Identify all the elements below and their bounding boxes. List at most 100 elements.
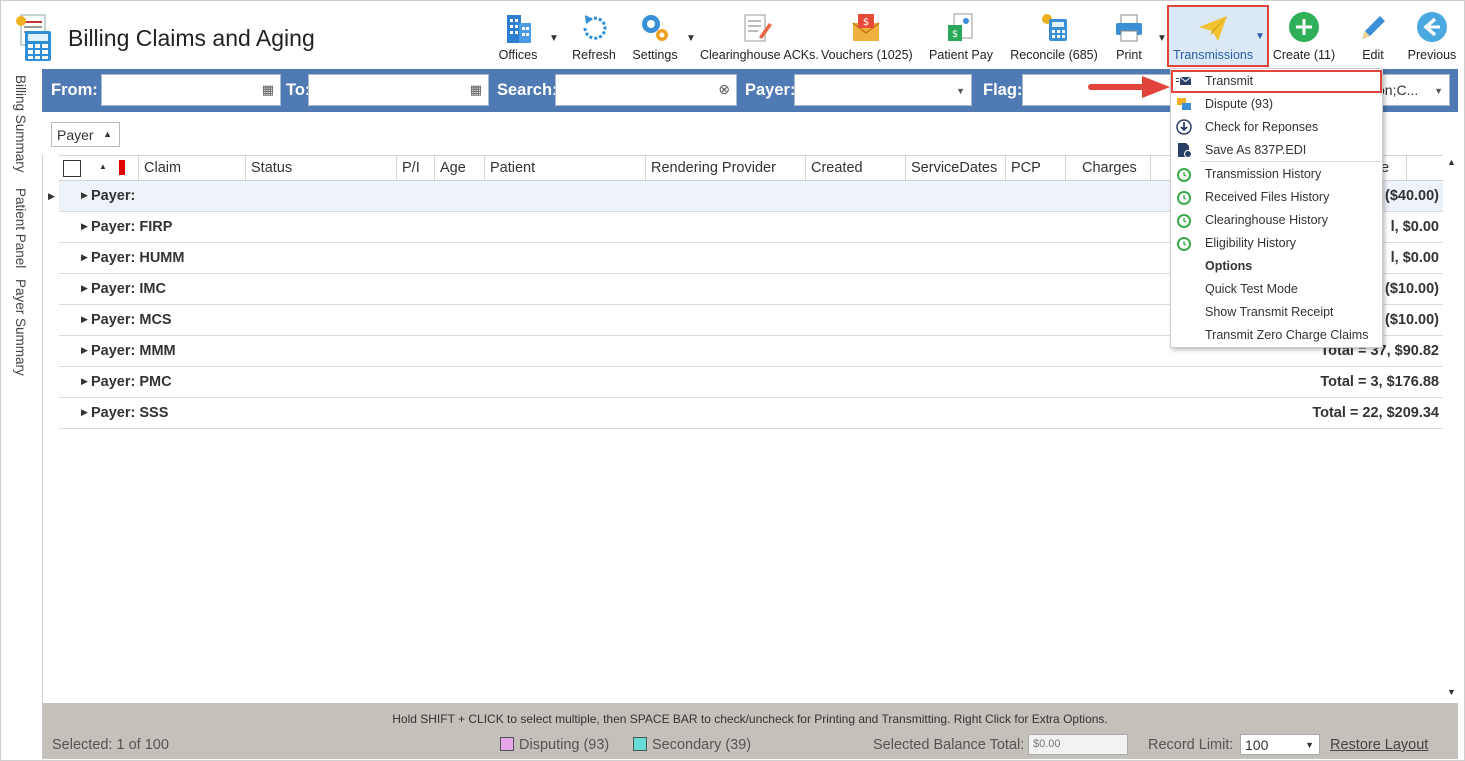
menu-item-save-837p[interactable]: Save As 837P.EDI (1171, 139, 1382, 162)
expand-icon[interactable]: ▶ (81, 376, 88, 387)
chevron-down-icon: ▼ (956, 86, 965, 96)
group-row[interactable]: ▶ Payer: SSS Total = 22, $209.34 (59, 398, 1443, 429)
create-label: Create (11) (1272, 48, 1336, 62)
vouchers-button[interactable]: $ Vouchers (1025) (821, 7, 913, 65)
menu-item-received-files-history[interactable]: Received Files History (1171, 186, 1382, 209)
menu-item-transmit-zero-charge[interactable]: Transmit Zero Charge Claims (1171, 324, 1382, 347)
expand-icon[interactable]: ▶ (81, 283, 88, 294)
print-dropdown[interactable]: ▼ (1155, 7, 1167, 65)
alarm-clock-icon (1177, 191, 1191, 205)
group-row[interactable]: ▶ Payer: PMC Total = 3, $176.88 (59, 367, 1443, 398)
patient-pay-button[interactable]: $ Patient Pay (927, 7, 995, 65)
column-service-dates[interactable]: ServiceDates (906, 156, 1006, 181)
menu-item-label: Clearinghouse History (1205, 213, 1328, 227)
sort-up-icon: ▲ (103, 129, 112, 139)
chevron-down-icon: ▼ (686, 33, 696, 44)
column-pcp[interactable]: PCP (1006, 156, 1066, 181)
group-by-payer-chip[interactable]: Payer ▲ (51, 122, 120, 147)
menu-item-eligibility-history[interactable]: Eligibility History (1171, 232, 1382, 255)
menu-item-label: Check for Reponses (1205, 120, 1319, 134)
record-limit-select[interactable]: 100 ▼ (1240, 734, 1320, 755)
edit-label: Edit (1362, 48, 1384, 62)
tab-payer-summary[interactable]: Payer Summary (13, 279, 28, 376)
settings-button[interactable]: Settings (629, 7, 681, 65)
create-button[interactable]: Create (11) (1271, 7, 1337, 65)
expand-icon[interactable]: ▶ (81, 345, 88, 356)
from-label: From: (51, 81, 98, 99)
search-label: Search: (497, 81, 558, 99)
transmissions-button[interactable]: Transmissions ▼ (1167, 5, 1269, 67)
menu-item-quick-test-mode[interactable]: Quick Test Mode (1171, 278, 1382, 301)
chevron-down-icon: ▼ (1157, 33, 1167, 44)
transmissions-menu: Transmit Dispute (93) Check for Reponses… (1170, 68, 1383, 348)
offices-building-icon (507, 15, 531, 43)
search-input[interactable]: ⊗ (555, 74, 737, 106)
column-pi[interactable]: P/I (397, 156, 435, 181)
menu-section-label: Options (1205, 259, 1253, 273)
selected-count: Selected: 1 of 100 (52, 737, 169, 753)
expand-icon[interactable]: ▶ (81, 190, 88, 201)
menu-item-label: Transmit (1205, 74, 1254, 88)
menu-item-show-transmit-receipt[interactable]: Show Transmit Receipt (1171, 301, 1382, 324)
to-date-input[interactable]: ▦ (308, 74, 489, 106)
offices-dropdown[interactable]: ▼ (547, 7, 559, 65)
menu-item-check-responses[interactable]: Check for Reponses (1171, 116, 1382, 139)
scroll-down-arrow[interactable]: ▼ (1444, 687, 1459, 703)
payer-select[interactable]: ▼ (794, 74, 972, 106)
menu-item-label: Transmit Zero Charge Claims (1205, 328, 1369, 342)
patient-pay-icon: $ (948, 13, 973, 41)
menu-item-label: Show Transmit Receipt (1205, 305, 1334, 319)
previous-button[interactable]: Previous (1405, 7, 1459, 65)
calendar-icon[interactable]: ▦ (262, 82, 274, 98)
offices-button[interactable]: Offices (495, 7, 541, 65)
group-chip-label: Payer (57, 127, 94, 143)
group-total: ($10.00) (1384, 312, 1439, 328)
column-status[interactable]: Status (246, 156, 397, 181)
group-name: Payer: PMC (91, 374, 172, 390)
print-button[interactable]: Print (1109, 7, 1149, 65)
column-patient[interactable]: Patient (485, 156, 646, 181)
patient-pay-label: Patient Pay (929, 48, 993, 62)
to-label: To: (286, 81, 311, 99)
expand-icon[interactable]: ▶ (81, 221, 88, 232)
clearinghouse-acks-button[interactable]: Clearinghouse ACKs. (700, 7, 819, 65)
menu-item-transmit[interactable]: Transmit (1171, 70, 1382, 93)
clear-icon[interactable]: ⊗ (718, 81, 730, 98)
tab-billing-summary[interactable]: Billing Summary (13, 75, 28, 173)
column-created[interactable]: Created (806, 156, 906, 181)
from-date-input[interactable]: ▦ (101, 74, 281, 106)
selected-balance-label: Selected Balance Total: (873, 737, 1025, 753)
edit-button[interactable]: Edit (1351, 7, 1395, 65)
pencil-icon (1362, 16, 1385, 39)
scroll-up-arrow[interactable]: ▲ (1444, 155, 1459, 181)
flag-select-value: on;C... (1377, 82, 1419, 98)
expand-icon[interactable]: ▶ (81, 314, 88, 325)
chevron-down-icon: ▼ (1305, 740, 1314, 750)
restore-layout-link[interactable]: Restore Layout (1330, 737, 1428, 753)
group-name: Payer: HUMM (91, 250, 185, 266)
flag-label: Flag: (983, 81, 1023, 99)
column-rendering-provider[interactable]: Rendering Provider (646, 156, 806, 181)
settings-dropdown[interactable]: ▼ (684, 7, 696, 65)
tab-patient-panel[interactable]: Patient Panel (13, 188, 28, 268)
record-limit-label: Record Limit: (1148, 737, 1234, 753)
expand-icon[interactable]: ▶ (81, 252, 88, 263)
menu-section-options: Options (1171, 255, 1382, 278)
paper-plane-icon (1199, 16, 1227, 41)
menu-item-clearinghouse-history[interactable]: Clearinghouse History (1171, 209, 1382, 232)
group-name: Payer: SSS (91, 405, 169, 421)
printer-icon (1116, 14, 1142, 42)
column-claim[interactable]: Claim (139, 156, 246, 181)
transmit-icon (1176, 76, 1192, 85)
menu-item-dispute[interactable]: Dispute (93) (1171, 93, 1382, 116)
save-file-icon (1178, 143, 1192, 158)
expand-icon[interactable]: ▶ (81, 407, 88, 418)
calendar-icon[interactable]: ▦ (470, 82, 482, 98)
reconcile-button[interactable]: Reconcile (685) (1009, 7, 1099, 65)
menu-item-label: Dispute (93) (1205, 97, 1274, 111)
column-charges[interactable]: Charges (1066, 156, 1151, 181)
gear-icon (642, 15, 668, 41)
refresh-button[interactable]: Refresh (569, 7, 619, 65)
column-age[interactable]: Age (435, 156, 485, 181)
menu-item-transmission-history[interactable]: Transmission History (1171, 163, 1382, 186)
